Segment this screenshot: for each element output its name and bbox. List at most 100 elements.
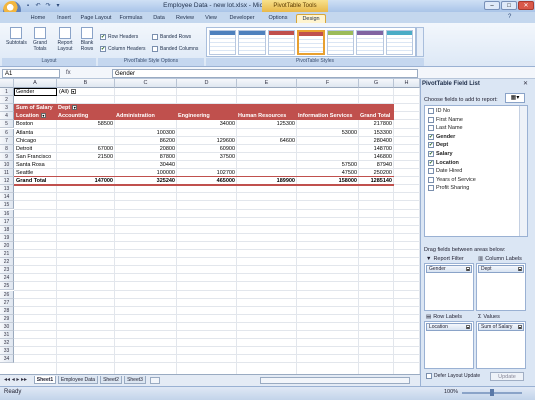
pivot-column-header[interactable]: Engineering — [178, 112, 237, 120]
tab-options[interactable]: Options — [264, 14, 292, 23]
field-item[interactable]: ✔ Dept — [428, 142, 448, 149]
update-button[interactable]: Update — [490, 372, 524, 381]
field-checkbox[interactable] — [428, 125, 434, 132]
pivot-value-cell[interactable] — [177, 129, 237, 137]
pivot-value-cell[interactable]: 153300 — [359, 129, 394, 137]
defer-layout-update[interactable]: Defer Layout Update — [426, 373, 480, 379]
row-header[interactable]: 21 — [0, 250, 14, 259]
row-header[interactable]: 31 — [0, 331, 14, 340]
tab-scroll-icons[interactable]: ◂◂ ◂ ▸ ▸▸ — [4, 376, 27, 383]
pivot-value-cell[interactable] — [297, 137, 359, 145]
pivot-value-cell[interactable] — [237, 145, 297, 153]
zoom-level[interactable]: 100% — [444, 389, 458, 395]
pivot-value-cell[interactable]: 146800 — [359, 153, 394, 161]
field-checkbox[interactable] — [428, 108, 434, 114]
field-checkbox[interactable]: ✔ — [428, 142, 434, 149]
tab-page-layout[interactable]: Page Layout — [78, 14, 114, 23]
sheet-tab-sheet3[interactable]: Sheet3 — [124, 376, 146, 384]
grand-total-label[interactable]: Grand Total — [16, 177, 46, 185]
row-header[interactable]: 11 — [0, 169, 14, 178]
row-header[interactable]: 20 — [0, 241, 14, 250]
sheet-tab-sheet2[interactable]: Sheet2 — [100, 376, 122, 384]
pivot-row-label[interactable]: Detroit — [16, 145, 32, 153]
pivot-value-cell[interactable]: 21500 — [57, 153, 115, 161]
grand-total-cell[interactable]: 325240 — [115, 177, 177, 185]
row-header[interactable]: 18 — [0, 225, 14, 234]
style-swatch[interactable] — [238, 30, 266, 55]
column-header[interactable]: D — [177, 79, 237, 88]
pivot-value-cell[interactable] — [297, 145, 359, 153]
gallery-scroll[interactable] — [416, 27, 424, 57]
tab-insert[interactable]: Insert — [52, 14, 76, 23]
tab-review[interactable]: Review — [172, 14, 198, 23]
row-header[interactable]: 10 — [0, 160, 14, 169]
row-header[interactable]: 27 — [0, 298, 14, 307]
column-header[interactable]: G — [359, 79, 394, 88]
pivot-value-cell[interactable] — [297, 153, 359, 161]
field-checkbox[interactable] — [428, 116, 434, 123]
row-header[interactable]: 6 — [0, 128, 14, 137]
row-header[interactable]: 19 — [0, 233, 14, 242]
field-checkbox[interactable]: ✔ — [428, 133, 434, 140]
pivot-value-cell[interactable]: 20800 — [115, 145, 177, 153]
row-header[interactable]: 3 — [0, 104, 14, 113]
fx-label[interactable]: fx — [66, 69, 106, 78]
select-all-corner[interactable] — [0, 79, 14, 88]
field-checkbox[interactable]: ✔ — [428, 159, 434, 166]
column-headers-checkbox[interactable]: ✔ — [100, 46, 106, 52]
row-headers-checkbox[interactable]: ✔ — [100, 34, 106, 40]
minimize-button[interactable]: – — [484, 1, 500, 10]
pivot-value-cell[interactable]: 34000 — [177, 120, 237, 128]
pivot-column-header[interactable]: Grand Total — [360, 112, 394, 120]
pivot-value-cell[interactable]: 100300 — [115, 129, 177, 137]
redo-icon[interactable]: ↷ — [44, 2, 52, 10]
pivot-value-cell[interactable]: 280400 — [359, 137, 394, 145]
dropdown-icon[interactable]: ▾ — [466, 325, 470, 330]
pivot-value-cell[interactable]: 53000 — [297, 129, 359, 137]
pivot-value-cell[interactable]: 60900 — [177, 145, 237, 153]
field-item[interactable]: Last Name — [428, 125, 463, 132]
field-item[interactable]: Years of Service — [428, 176, 476, 183]
report-filter-item[interactable]: Gender ▾ — [426, 265, 472, 273]
column-labels-item[interactable]: Dept ▾ — [478, 265, 524, 273]
pivot-value-cell[interactable]: 37500 — [177, 153, 237, 161]
pivot-value-cell[interactable] — [237, 153, 297, 161]
field-checkbox[interactable] — [428, 185, 434, 192]
column-header[interactable]: H — [394, 79, 420, 88]
pivot-value-cell[interactable] — [57, 129, 115, 137]
column-header[interactable]: A — [14, 79, 57, 88]
column-header[interactable]: C — [115, 79, 177, 88]
tab-data[interactable]: Data — [148, 14, 170, 23]
row-header[interactable]: 2 — [0, 96, 14, 105]
row-header[interactable]: 32 — [0, 339, 14, 348]
field-list-scrollbar[interactable] — [519, 106, 527, 236]
pivot-row-label[interactable]: Boston — [16, 120, 33, 128]
row-header[interactable]: 12 — [0, 177, 14, 186]
pivot-value-cell[interactable]: 58500 — [57, 120, 115, 128]
row-header[interactable]: 5 — [0, 120, 14, 129]
maximize-button[interactable]: □ — [501, 1, 517, 10]
pivot-value-cell[interactable] — [57, 137, 115, 145]
row-header[interactable]: 25 — [0, 282, 14, 291]
formula-input[interactable]: Gender — [112, 69, 418, 78]
row-field-header[interactable]: Location ▾ — [16, 112, 46, 120]
row-header[interactable]: 14 — [0, 193, 14, 202]
style-swatch[interactable] — [209, 30, 237, 55]
field-list-layout-button[interactable]: ▦▾ — [505, 93, 525, 103]
banded-rows-checkbox[interactable] — [152, 34, 158, 40]
column-header[interactable]: B — [57, 79, 115, 88]
pivot-row-label[interactable]: San Francisco — [16, 153, 51, 161]
filter-dropdown-icon[interactable]: ▾ — [70, 89, 76, 95]
pivot-value-cell[interactable] — [237, 129, 297, 137]
row-header[interactable]: 28 — [0, 306, 14, 315]
row-header[interactable]: 13 — [0, 185, 14, 194]
filter-value[interactable]: (All) ▾ — [59, 88, 115, 96]
field-item[interactable]: ID No — [428, 108, 450, 114]
row-header[interactable]: 17 — [0, 217, 14, 226]
blank-rows-button[interactable]: Blank Rows — [78, 27, 96, 52]
grand-total-cell[interactable]: 1285140 — [359, 177, 394, 185]
pivot-column-header[interactable]: Human Resources — [238, 112, 297, 120]
row-labels-item[interactable]: Location ▾ — [426, 323, 472, 331]
subtotals-button[interactable]: Subtotals — [6, 27, 27, 46]
column-headers-option[interactable]: ✔ Column Headers — [100, 46, 146, 52]
